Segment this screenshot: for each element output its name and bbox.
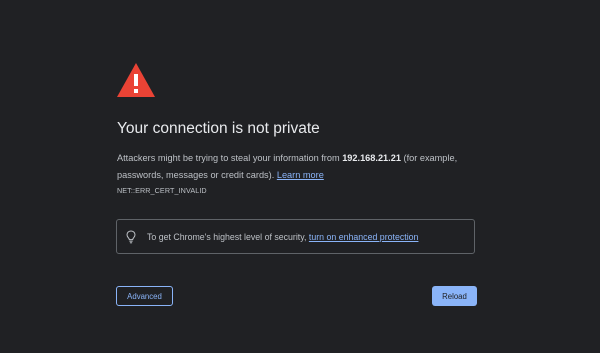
reload-button[interactable]: Reload bbox=[432, 286, 477, 306]
protection-text: To get Chrome's highest level of securit… bbox=[147, 232, 309, 242]
page-title: Your connection is not private bbox=[117, 120, 320, 137]
warning-triangle-icon bbox=[117, 63, 155, 97]
message-text: Attackers might be trying to steal your … bbox=[117, 153, 343, 163]
enhanced-protection-promo: To get Chrome's highest level of securit… bbox=[116, 219, 475, 254]
lightbulb-icon bbox=[126, 230, 136, 244]
learn-more-link[interactable]: Learn more bbox=[277, 170, 324, 180]
interstitial-page: Your connection is not private Attackers… bbox=[0, 0, 600, 353]
protection-text-line: To get Chrome's highest level of securit… bbox=[147, 232, 418, 242]
advanced-button[interactable]: Advanced bbox=[116, 286, 173, 306]
warning-message: Attackers might be trying to steal your … bbox=[117, 150, 477, 184]
host-address: 192.168.21.21 bbox=[342, 153, 401, 163]
enhanced-protection-link[interactable]: turn on enhanced protection bbox=[309, 232, 419, 242]
error-code: NET::ERR_CERT_INVALID bbox=[117, 186, 207, 195]
